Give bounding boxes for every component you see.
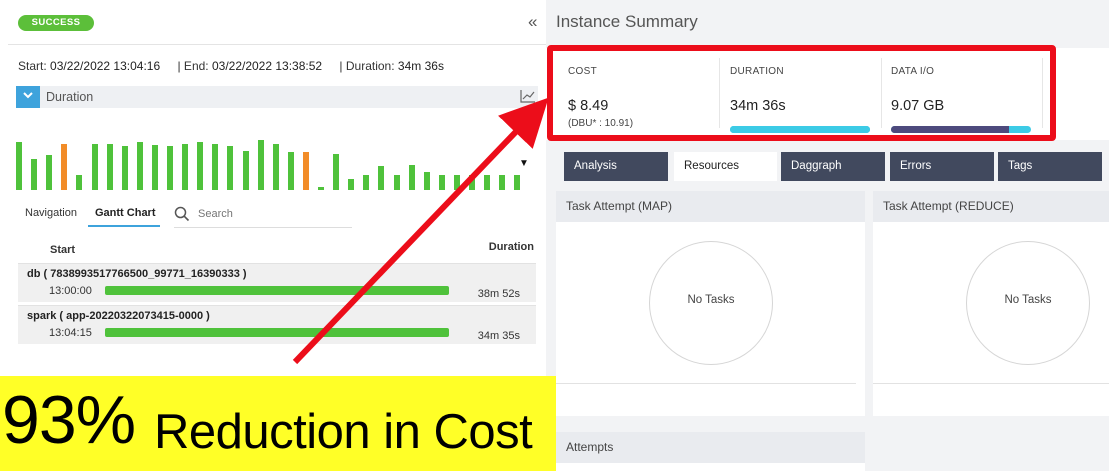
tab-errors[interactable]: Errors [890,152,994,181]
gantt-row-name: spark ( app-20220322073415-0000 ) [27,310,210,322]
gantt-row-time: 13:04:15 [49,327,92,339]
double-chevron-left-icon[interactable]: « [528,13,537,31]
page-title: Instance Summary [556,12,698,31]
banner-percent: 93% [2,382,136,458]
duration-bar[interactable] [136,142,143,190]
gantt-row-name: db ( 7838993517766500_99771_16390333 ) [27,268,247,280]
chevron-down-icon[interactable] [16,86,40,108]
duration-bar[interactable] [393,175,400,190]
duration-bar[interactable] [121,146,128,190]
gantt-col-duration: Duration [488,241,534,253]
end-label: | End: [177,59,209,73]
duration-bar[interactable] [197,142,204,190]
gantt-col-start: Start [50,244,76,256]
duration-bar[interactable] [438,175,445,190]
duration-bar-chart [16,120,528,190]
duration-label: | Duration: [339,59,395,73]
duration-bar[interactable] [499,175,506,190]
duration-bar[interactable] [76,175,83,190]
duration-bar[interactable] [151,145,158,190]
job-timing: Start: 03/22/2022 13:04:16 | End: 03/22/… [18,59,444,73]
left-tab-bar: Navigation Gantt Chart [16,202,352,228]
pane-title: Task Attempt (REDUCE) [873,191,1109,222]
divider [873,383,1109,384]
duration-bar[interactable] [378,166,385,190]
empty-state-text: No Tasks [1004,294,1052,306]
search-icon [174,206,190,222]
duration-bar[interactable] [31,159,38,190]
duration-bar[interactable] [302,152,309,190]
duration-bar[interactable] [91,144,98,190]
right-tab-bar: Analysis Resources Daggraph Errors Tags [564,152,1109,181]
duration-value: 34m 36s [397,59,444,73]
duration-bar[interactable] [167,146,173,190]
empty-state-text: No Tasks [687,294,735,306]
duration-section-header[interactable]: Duration [16,86,538,108]
search-input[interactable] [198,205,338,223]
gantt-header: Start Duration [16,239,536,261]
table-row[interactable]: db ( 7838993517766500_99771_16390333 ) 1… [18,263,536,302]
duration-bar[interactable] [333,154,340,190]
duration-bar[interactable] [106,144,113,190]
attempts-pane: Attempts [556,432,865,471]
duration-bar[interactable] [348,179,355,190]
tab-daggraph[interactable]: Daggraph [781,152,885,181]
duration-bar[interactable] [363,175,370,190]
duration-bar[interactable] [318,187,324,190]
pane-title: Attempts [556,432,865,463]
duration-bar[interactable] [182,144,189,190]
duration-bar[interactable] [242,151,249,190]
active-tab-indicator [88,225,160,227]
empty-donut: No Tasks [966,241,1090,365]
empty-donut: No Tasks [649,241,773,365]
gantt-row-duration: 34m 35s [477,330,520,342]
dropdown-caret-icon[interactable]: ▼ [519,158,529,169]
tab-resources[interactable]: Resources [674,152,777,181]
gantt-row-duration: 38m 52s [477,288,520,300]
gantt-row-bar [105,286,449,295]
duration-bar[interactable] [287,152,294,190]
task-attempt-map-pane: Task Attempt (MAP) No Tasks [556,191,865,416]
duration-bar[interactable] [257,140,264,190]
tab-gantt-chart[interactable]: Gantt Chart [95,207,156,219]
highlight-box [547,45,1056,141]
tab-analysis[interactable]: Analysis [564,152,668,181]
end-value: 03/22/2022 13:38:52 [211,59,323,73]
divider [8,44,546,45]
duration-bar[interactable] [469,175,475,190]
duration-bar[interactable] [16,142,22,190]
duration-bar[interactable] [46,155,53,190]
tab-navigation[interactable]: Navigation [25,207,77,219]
banner-text: Reduction in Cost [154,405,533,459]
table-row[interactable]: spark ( app-20220322073415-0000 ) 13:04:… [18,305,536,344]
divider [556,383,856,384]
duration-bar[interactable] [272,144,279,190]
promo-banner: 93% Reduction in Cost [0,376,556,471]
status-badge: SUCCESS [18,15,94,31]
duration-bar[interactable] [484,175,491,190]
tab-tags[interactable]: Tags [998,152,1102,181]
duration-bar[interactable] [212,144,219,190]
task-attempt-reduce-pane: Task Attempt (REDUCE) No Tasks [873,191,1109,416]
duration-bar[interactable] [423,172,430,190]
line-chart-icon[interactable] [520,89,536,103]
gantt-row-bar [105,328,449,337]
duration-bar[interactable] [227,146,234,190]
search-box[interactable] [174,202,352,228]
pane-title: Task Attempt (MAP) [556,191,865,222]
duration-section-label: Duration [46,90,94,104]
duration-bar[interactable] [61,144,68,190]
duration-bar[interactable] [408,165,415,190]
start-value: 03/22/2022 13:04:16 [50,59,161,73]
gantt-row-time: 13:00:00 [49,285,92,297]
duration-bar[interactable] [514,175,521,190]
start-label: Start: [18,59,47,73]
duration-bar[interactable] [453,175,460,190]
